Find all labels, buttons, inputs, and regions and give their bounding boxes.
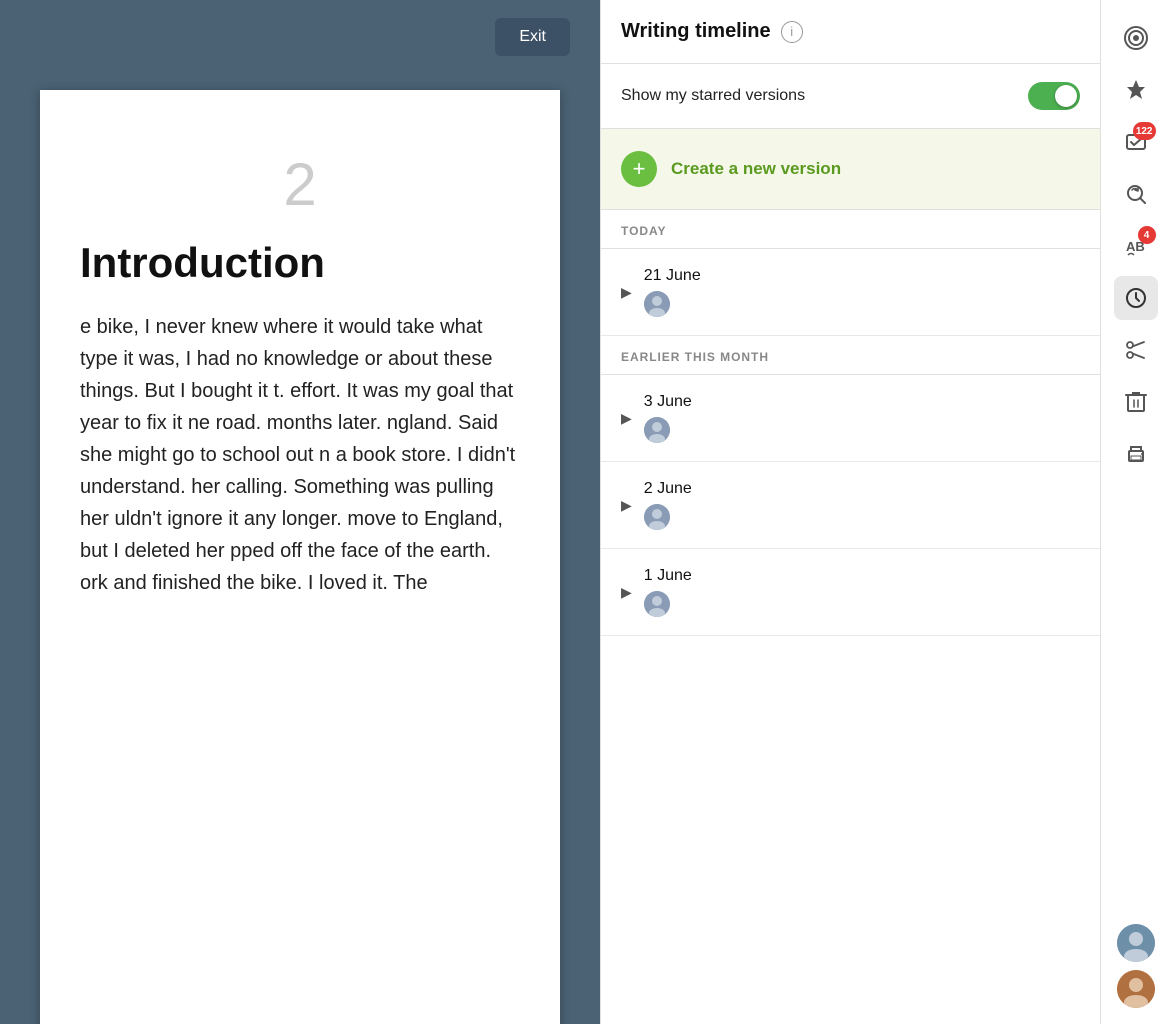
version-info: 3 June	[644, 393, 692, 443]
version-item[interactable]: ▶ 1 June	[601, 549, 1100, 636]
version-info: 21 June	[644, 267, 701, 317]
goal-icon[interactable]	[1114, 16, 1158, 60]
plus-icon: +	[621, 151, 657, 187]
timeline-header: Writing timeline i	[601, 0, 1100, 64]
play-arrow-icon: ▶	[621, 284, 632, 301]
page-number: 2	[80, 150, 520, 219]
version-item[interactable]: ▶ 3 June	[601, 375, 1100, 462]
spellcheck-badge: 4	[1138, 226, 1156, 244]
exit-button[interactable]: Exit	[495, 18, 570, 56]
section-today: TODAY	[601, 210, 1100, 249]
version-date: 3 June	[644, 393, 692, 411]
section-earlier: EARLIER THIS MONTH	[601, 336, 1100, 375]
spellcheck-icon[interactable]: AB 4	[1114, 224, 1158, 268]
trash-icon[interactable]	[1114, 380, 1158, 424]
version-avatar	[644, 591, 670, 617]
starred-label: Show my starred versions	[621, 87, 805, 105]
info-icon[interactable]: i	[781, 21, 803, 43]
document-page: 2 Introduction e bike, I never knew wher…	[40, 90, 560, 1024]
pin-icon[interactable]	[1114, 68, 1158, 112]
starred-row[interactable]: Show my starred versions	[601, 64, 1100, 129]
print-icon[interactable]	[1114, 432, 1158, 476]
version-item[interactable]: ▶ 21 June	[601, 249, 1100, 336]
doc-heading: Introduction	[80, 239, 520, 287]
create-version-row[interactable]: + Create a new version	[601, 129, 1100, 210]
version-avatar	[644, 291, 670, 317]
toggle-switch[interactable]	[1028, 82, 1080, 110]
clock-icon[interactable]	[1114, 276, 1158, 320]
timeline-title: Writing timeline	[621, 20, 771, 43]
check-icon[interactable]: 122	[1114, 120, 1158, 164]
create-version-label: Create a new version	[671, 159, 841, 179]
version-date: 1 June	[644, 567, 692, 585]
user-avatar-1[interactable]	[1117, 924, 1155, 962]
version-info: 2 June	[644, 480, 692, 530]
check-badge: 122	[1133, 122, 1156, 140]
doc-text: e bike, I never knew where it would take…	[80, 311, 520, 599]
version-date: 2 June	[644, 480, 692, 498]
timeline-panel: Writing timeline i Show my starred versi…	[600, 0, 1100, 1024]
toggle-knob	[1055, 85, 1077, 107]
user-avatar-2[interactable]	[1117, 970, 1155, 1008]
play-arrow-icon: ▶	[621, 410, 632, 427]
search-refresh-icon[interactable]	[1114, 172, 1158, 216]
version-avatar	[644, 417, 670, 443]
document-area: Exit 2 Introduction e bike, I never knew…	[0, 0, 600, 1024]
version-info: 1 June	[644, 567, 692, 617]
version-item[interactable]: ▶ 2 June	[601, 462, 1100, 549]
play-arrow-icon: ▶	[621, 584, 632, 601]
version-avatar	[644, 504, 670, 530]
right-sidebar: 122 AB 4	[1100, 0, 1170, 1024]
version-date: 21 June	[644, 267, 701, 285]
scissors-icon[interactable]	[1114, 328, 1158, 372]
play-arrow-icon: ▶	[621, 497, 632, 514]
